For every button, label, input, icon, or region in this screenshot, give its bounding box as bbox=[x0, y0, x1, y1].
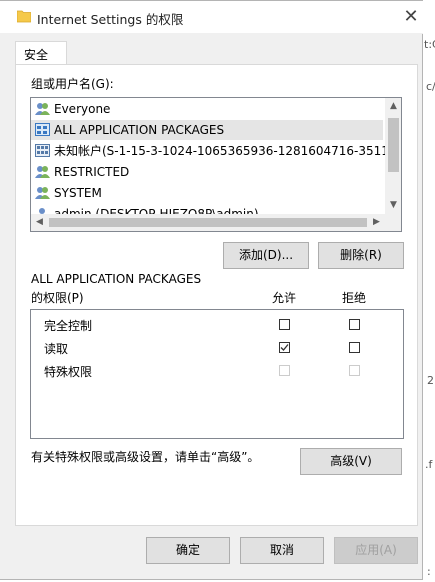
scroll-right-icon[interactable]: ▶ bbox=[368, 214, 385, 231]
deny-checkbox-disabled bbox=[349, 365, 360, 376]
close-icon[interactable]: ✕ bbox=[398, 5, 424, 29]
principal-item[interactable]: Everyone bbox=[35, 99, 110, 119]
permission-name: 完全控制 bbox=[44, 319, 93, 333]
remove-button[interactable]: 删除(R) bbox=[318, 242, 404, 269]
permission-name: 特殊权限 bbox=[44, 365, 93, 379]
background-text-fragment: .f bbox=[425, 458, 433, 471]
principal-item[interactable]: RESTRICTED bbox=[35, 162, 129, 182]
user-group-icon bbox=[35, 185, 50, 199]
advanced-hint-text: 有关特殊权限或高级设置，请单击“高级”。 bbox=[31, 450, 260, 464]
scroll-up-icon[interactable]: ▲ bbox=[385, 98, 401, 115]
background-text-fragment: t:C bbox=[424, 38, 435, 51]
checkmark-icon bbox=[280, 344, 289, 351]
user-group-icon bbox=[35, 164, 50, 178]
background-window-edge: t:C c/ 2 .f : bbox=[423, 0, 435, 582]
background-text-fragment: c/ bbox=[426, 80, 435, 93]
principal-item[interactable]: SYSTEM bbox=[35, 183, 102, 203]
advanced-button[interactable]: 高级(V) bbox=[300, 448, 402, 475]
user-group-icon bbox=[35, 101, 50, 115]
permissions-principal-label: ALL APPLICATION PACKAGES bbox=[31, 272, 202, 286]
allow-checkbox[interactable] bbox=[279, 319, 290, 330]
allow-checkbox-checked[interactable] bbox=[279, 342, 290, 353]
folder-icon bbox=[16, 9, 32, 23]
scroll-corner bbox=[385, 214, 401, 231]
vertical-scroll-thumb[interactable] bbox=[388, 118, 399, 172]
deny-checkbox[interactable] bbox=[349, 342, 360, 353]
app-package-icon bbox=[35, 122, 50, 136]
deny-checkbox[interactable] bbox=[349, 319, 360, 330]
permissions-list: 完全控制 读取 特殊权限 bbox=[30, 309, 404, 439]
tab-label: 安全 bbox=[24, 48, 49, 62]
unknown-account-icon bbox=[35, 143, 50, 157]
scroll-down-icon[interactable]: ▼ bbox=[385, 197, 401, 214]
principals-listbox[interactable]: Everyone ALL APPLICATION PACKAGES 未知帐户(S… bbox=[30, 97, 402, 232]
background-text-fragment: : bbox=[427, 565, 431, 578]
cancel-button[interactable]: 取消 bbox=[240, 537, 324, 564]
apply-button: 应用(A) bbox=[334, 537, 418, 564]
allow-column-header: 允许 bbox=[272, 291, 297, 305]
principal-item[interactable]: 未知帐户(S-1-15-3-1024-1065365936-1281604716… bbox=[35, 141, 401, 161]
background-text-fragment: 2 bbox=[427, 374, 434, 387]
window-title: Internet Settings 的权限 bbox=[37, 12, 184, 27]
principal-item-selected[interactable]: ALL APPLICATION PACKAGES bbox=[31, 120, 383, 140]
permission-name: 读取 bbox=[44, 342, 69, 356]
permissions-dialog: Internet Settings 的权限 ✕ 安全 组或用户名(G): Eve… bbox=[0, 0, 423, 580]
scroll-left-icon[interactable]: ◀ bbox=[31, 214, 48, 231]
tab-security[interactable]: 安全 bbox=[15, 41, 67, 65]
permissions-label: 的权限(P) bbox=[31, 291, 84, 305]
deny-column-header: 拒绝 bbox=[342, 291, 367, 305]
allow-checkbox-disabled bbox=[279, 365, 290, 376]
group-list-label: 组或用户名(G): bbox=[31, 77, 114, 91]
ok-button[interactable]: 确定 bbox=[146, 537, 230, 564]
title-bar[interactable]: Internet Settings 的权限 ✕ bbox=[0, 1, 423, 34]
add-button[interactable]: 添加(D)... bbox=[223, 242, 309, 269]
horizontal-scroll-thumb[interactable] bbox=[49, 218, 367, 227]
